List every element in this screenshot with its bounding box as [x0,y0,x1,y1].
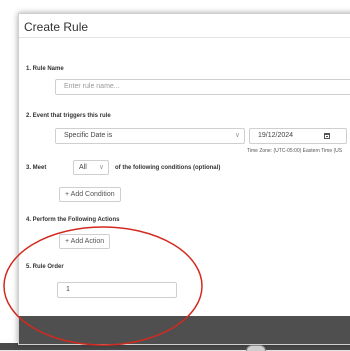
dialog-body: 1. Rule Name Enter rule name... 2. Event… [19,39,350,344]
rule-order-label: 5. Rule Order [26,264,64,270]
actions-label: 4. Perform the Following Actions [26,217,120,223]
event-trigger-value: Specific Date is [64,132,113,139]
rule-order-value: 1 [66,286,70,293]
timezone-note: Time Zone: (UTC-05:00) Eastern Time (US [247,148,343,154]
dialog-title: Create Rule [24,20,89,34]
date-input[interactable]: 19/12/2024 [249,128,347,144]
match-select[interactable]: All ∨ [73,160,109,175]
calendar-icon [324,133,330,139]
create-rule-dialog: Create Rule 1. Rule Name Enter rule name… [18,13,350,345]
chevron-down-icon: ∨ [234,132,240,139]
rule-name-placeholder: Enter rule name... [64,83,120,90]
conditions-label-suffix: of the following conditions (optional) [115,165,221,171]
event-label: 2. Event that triggers this rule [26,113,111,119]
rule-form: 1. Rule Name Enter rule name... 2. Event… [19,39,350,323]
home-indicator [246,345,266,351]
conditions-label-prefix: 3. Meet [26,165,47,171]
rule-order-input[interactable]: 1 [57,282,177,298]
event-trigger-select[interactable]: Specific Date is ∨ [55,128,245,144]
dialog-footer [19,316,350,344]
add-action-button[interactable]: + Add Action [59,234,111,249]
dialog-header: Create Rule [19,14,350,38]
rule-name-label: 1. Rule Name [26,66,64,72]
chevron-down-icon: ∨ [98,164,104,171]
date-value: 19/12/2024 [258,132,294,139]
rule-name-input[interactable]: Enter rule name... [55,79,350,95]
match-value: All [79,164,87,171]
add-condition-button[interactable]: + Add Condition [59,187,121,202]
